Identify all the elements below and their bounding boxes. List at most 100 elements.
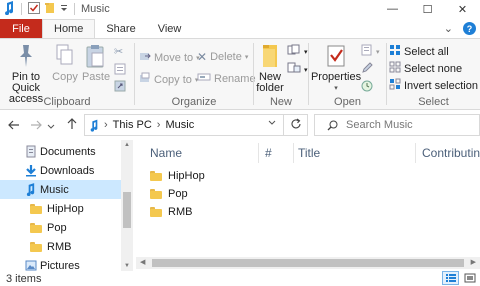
column-divider[interactable] bbox=[293, 143, 294, 163]
scroll-right-icon[interactable]: ▶ bbox=[471, 258, 476, 266]
select-all-button[interactable]: Select all bbox=[389, 44, 449, 59]
copy-to-button[interactable]: Copy to ▾ bbox=[139, 72, 198, 87]
search-icon bbox=[327, 120, 338, 131]
minimize-button[interactable]: — bbox=[375, 0, 410, 18]
delete-icon: ✕ bbox=[197, 50, 208, 64]
scroll-left-icon[interactable]: ◀ bbox=[140, 258, 145, 266]
column-header-name[interactable]: Name bbox=[150, 143, 182, 163]
tab-share[interactable]: Share bbox=[95, 19, 146, 38]
nav-item-rmb[interactable]: RMB bbox=[0, 237, 121, 256]
copy-icon bbox=[55, 43, 75, 72]
select-all-label: Select all bbox=[404, 45, 449, 58]
quick-access-toolbar bbox=[0, 0, 77, 18]
column-header-contributing-artists[interactable]: Contributing a bbox=[422, 143, 480, 163]
select-group: Select all Select none Invert selection … bbox=[387, 39, 480, 111]
paste-shortcut-button[interactable] bbox=[114, 80, 126, 95]
column-divider[interactable] bbox=[258, 143, 259, 163]
easy-access-dropdown-icon: ▾ bbox=[304, 66, 308, 74]
clipboard-group-label: Clipboard bbox=[43, 96, 91, 108]
open-button[interactable]: ▾ bbox=[361, 44, 380, 59]
new-item-icon bbox=[287, 44, 301, 59]
paste-button[interactable]: Paste bbox=[82, 43, 110, 83]
open-dropdown-icon: ▾ bbox=[376, 48, 380, 56]
move-to-button[interactable]: Move to ▾ bbox=[139, 50, 200, 65]
pin-icon bbox=[15, 43, 37, 72]
edit-button[interactable] bbox=[361, 62, 373, 77]
tab-file[interactable]: File bbox=[0, 19, 42, 38]
properties-icon bbox=[325, 43, 347, 72]
column-header-number[interactable]: # bbox=[265, 143, 272, 163]
column-header-title[interactable]: Title bbox=[298, 143, 320, 163]
nav-item-pop[interactable]: Pop bbox=[0, 218, 121, 237]
nav-item-downloads[interactable]: Downloads bbox=[0, 161, 121, 180]
search-placeholder: Search Music bbox=[346, 119, 413, 131]
delete-button[interactable]: ✕ Delete ▾ bbox=[197, 50, 248, 64]
select-none-button[interactable]: Select none bbox=[389, 61, 462, 76]
details-view-icon bbox=[445, 273, 457, 283]
nav-pane-scrollbar[interactable]: ▲ ▼ bbox=[121, 140, 133, 271]
forward-button[interactable] bbox=[28, 117, 44, 133]
breadcrumb-music[interactable]: Music bbox=[165, 119, 194, 131]
rename-button[interactable]: Rename bbox=[197, 72, 256, 85]
close-button[interactable]: ✕ bbox=[445, 0, 480, 18]
nav-item-music[interactable]: Music bbox=[0, 180, 121, 199]
nav-item-hiphop[interactable]: HipHop bbox=[0, 199, 121, 218]
folder-icon bbox=[150, 171, 162, 181]
nav-pane-scroll-thumb[interactable] bbox=[123, 192, 131, 228]
invert-selection-button[interactable]: Invert selection bbox=[389, 78, 478, 93]
chevron-down-icon bbox=[47, 118, 55, 133]
back-button[interactable] bbox=[6, 117, 22, 133]
new-folder-qat-icon[interactable] bbox=[44, 2, 56, 17]
new-folder-icon bbox=[260, 43, 280, 72]
address-box[interactable]: › This PC › Music bbox=[84, 114, 308, 136]
large-icons-view-button[interactable] bbox=[461, 271, 478, 285]
scroll-down-icon[interactable]: ▼ bbox=[124, 263, 130, 269]
new-item-button[interactable]: ▾ bbox=[287, 44, 308, 59]
maximize-button[interactable]: ☐ bbox=[410, 0, 445, 18]
copy-button[interactable]: Copy bbox=[52, 43, 78, 83]
cut-button[interactable]: ✂ bbox=[114, 45, 123, 58]
file-row-rmb[interactable]: RMB bbox=[150, 203, 192, 221]
search-input[interactable]: Search Music bbox=[314, 114, 480, 136]
select-group-label: Select bbox=[418, 96, 449, 108]
tab-home[interactable]: Home bbox=[42, 19, 96, 38]
nav-item-documents[interactable]: Documents bbox=[0, 142, 121, 161]
documents-icon bbox=[25, 145, 37, 158]
new-group: New folder ▾ ▾ New bbox=[254, 39, 308, 111]
up-button[interactable] bbox=[64, 117, 80, 133]
folder-icon bbox=[150, 189, 162, 199]
properties-label: Properties bbox=[310, 71, 362, 83]
column-divider[interactable] bbox=[415, 143, 416, 163]
file-list-horizontal-scrollbar[interactable]: ◀ ▶ bbox=[136, 257, 480, 269]
collapse-ribbon-icon[interactable]: ⌄ bbox=[444, 22, 453, 35]
tab-view[interactable]: View bbox=[147, 19, 193, 38]
file-row-hiphop[interactable]: HipHop bbox=[150, 167, 205, 185]
copy-path-button[interactable] bbox=[114, 63, 126, 78]
item-count: 3 items bbox=[6, 272, 42, 285]
qat-dropdown-icon[interactable] bbox=[60, 3, 68, 16]
refresh-button[interactable] bbox=[283, 114, 308, 136]
horizontal-scroll-thumb[interactable] bbox=[152, 259, 464, 267]
properties-button[interactable]: Properties ▾ bbox=[310, 43, 362, 94]
select-all-icon bbox=[389, 44, 401, 59]
breadcrumb-this-pc[interactable]: This PC bbox=[113, 119, 152, 131]
easy-access-button[interactable]: ▾ bbox=[287, 62, 308, 77]
edit-icon bbox=[361, 62, 373, 77]
breadcrumb-separator: › bbox=[156, 119, 161, 131]
address-dropdown-icon[interactable] bbox=[268, 120, 276, 126]
ribbon: Pin to Quick access Copy Paste ✂ Clipboa… bbox=[0, 38, 480, 110]
help-icon[interactable]: ? bbox=[463, 22, 476, 35]
folder-icon bbox=[30, 222, 42, 233]
scroll-up-icon[interactable]: ▲ bbox=[124, 142, 130, 148]
history-button[interactable] bbox=[361, 80, 373, 95]
open-icon bbox=[361, 44, 373, 59]
properties-check-icon[interactable] bbox=[28, 1, 40, 17]
invert-selection-icon bbox=[389, 78, 401, 93]
ribbon-tabs: File Home Share View ⌄ ? bbox=[0, 19, 480, 38]
easy-access-icon bbox=[287, 62, 301, 77]
file-row-pop[interactable]: Pop bbox=[150, 185, 188, 203]
recent-locations-button[interactable] bbox=[46, 117, 56, 133]
details-view-button[interactable] bbox=[442, 271, 459, 285]
qat-separator-2 bbox=[74, 3, 75, 15]
new-folder-button[interactable]: New folder bbox=[256, 43, 284, 94]
